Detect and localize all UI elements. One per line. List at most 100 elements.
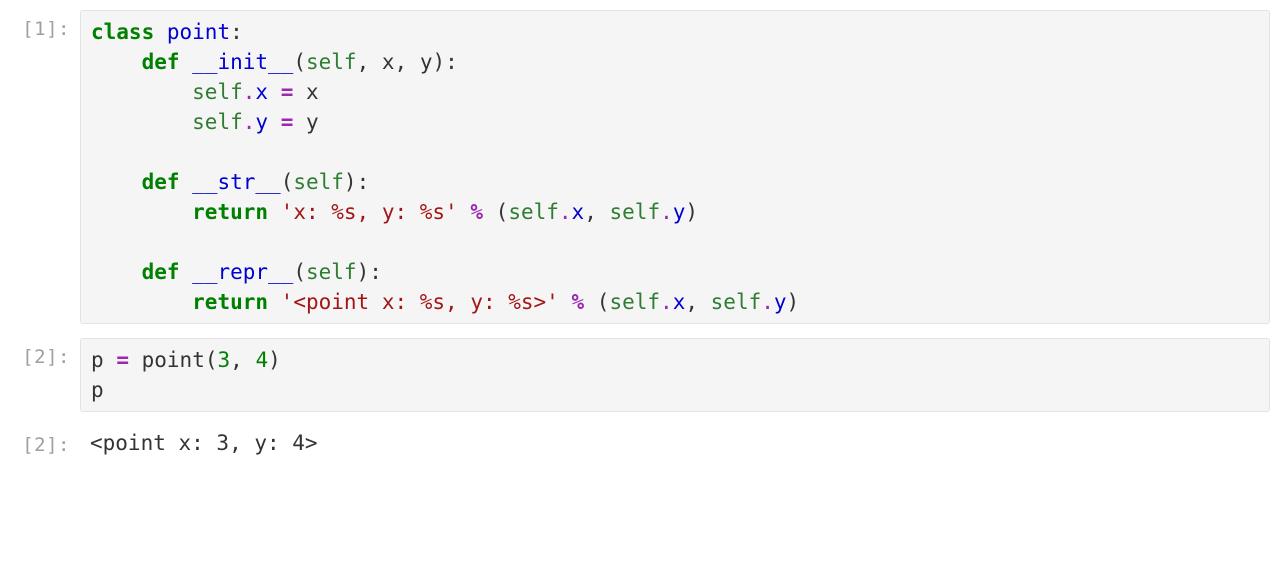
kw-def: def (142, 170, 180, 194)
output-repr: <point x: 3, y: 4> (90, 431, 318, 455)
space (104, 348, 117, 372)
op-assign: = (281, 80, 294, 104)
space (407, 50, 420, 74)
cell-2-output-area: <point x: 3, y: 4> (80, 426, 1270, 460)
rparen: ) (787, 290, 800, 314)
cell-2-output: [2]: <point x: 3, y: 4> (0, 426, 1274, 460)
comma: , (685, 290, 698, 314)
comma: , (357, 50, 370, 74)
lparen: ( (293, 50, 306, 74)
space (180, 50, 193, 74)
op-assign: = (116, 348, 129, 372)
space (458, 200, 471, 224)
cell-2-output-prompt: [2]: (0, 426, 80, 460)
comma: , (230, 348, 243, 372)
cell-2-output-text: <point x: 3, y: 4> (90, 428, 1260, 458)
op-percent: % (571, 290, 584, 314)
dot: . (660, 200, 673, 224)
space (154, 20, 167, 44)
num-3: 3 (218, 348, 231, 372)
self-ref: self (609, 290, 660, 314)
var-p: p (91, 378, 104, 402)
call-point: point (142, 348, 205, 372)
space (180, 260, 193, 284)
cell-1-code-area[interactable]: class point: def __init__(self, x, y): s… (80, 10, 1270, 324)
space (584, 290, 597, 314)
space (369, 50, 382, 74)
space (268, 200, 281, 224)
space (293, 80, 306, 104)
var-x: x (306, 80, 319, 104)
space (597, 200, 610, 224)
colon: : (445, 50, 458, 74)
rparen: ) (344, 170, 357, 194)
attr-y: y (255, 110, 268, 134)
space (698, 290, 711, 314)
self-ref: self (192, 80, 243, 104)
colon: : (230, 20, 243, 44)
string-str-fmt: 'x: %s, y: %s' (281, 200, 458, 224)
param-y: y (420, 50, 433, 74)
dot: . (761, 290, 774, 314)
dot: . (243, 80, 256, 104)
cell-2-prompt: [2]: (0, 338, 80, 372)
rparen: ) (685, 200, 698, 224)
rparen: ) (357, 260, 370, 284)
param-x: x (382, 50, 395, 74)
lparen: ( (496, 200, 509, 224)
op-percent: % (470, 200, 483, 224)
param-self: self (306, 260, 357, 284)
cell-2-code-area[interactable]: p = point(3, 4) p (80, 338, 1270, 412)
space (243, 348, 256, 372)
colon: : (369, 260, 382, 284)
space (483, 200, 496, 224)
space (268, 80, 281, 104)
kw-return: return (192, 200, 268, 224)
attr-x: x (572, 200, 585, 224)
var-y: y (306, 110, 319, 134)
cell-2: [2]: p = point(3, 4) p (0, 338, 1274, 412)
comma: , (395, 50, 408, 74)
kw-class: class (91, 20, 154, 44)
rparen: ) (433, 50, 446, 74)
colon: : (357, 170, 370, 194)
space (180, 170, 193, 194)
notebook: [1]: class point: def __init__(self, x, … (0, 0, 1274, 486)
lparen: ( (597, 290, 610, 314)
param-self: self (293, 170, 344, 194)
param-self: self (306, 50, 357, 74)
op-assign: = (281, 110, 294, 134)
attr-x: x (673, 290, 686, 314)
space (268, 110, 281, 134)
dot: . (559, 200, 572, 224)
cell-1: [1]: class point: def __init__(self, x, … (0, 10, 1274, 324)
kw-def: def (142, 50, 180, 74)
lparen: ( (205, 348, 218, 372)
comma: , (584, 200, 597, 224)
fn-repr: __repr__ (192, 260, 293, 284)
space (129, 348, 142, 372)
rparen: ) (268, 348, 281, 372)
space (559, 290, 572, 314)
lparen: ( (293, 260, 306, 284)
self-ref: self (610, 200, 661, 224)
attr-y: y (673, 200, 686, 224)
kw-return: return (192, 290, 268, 314)
lparen: ( (281, 170, 294, 194)
cell-1-prompt: [1]: (0, 10, 80, 44)
fn-init: __init__ (192, 50, 293, 74)
dot: . (660, 290, 673, 314)
cell-1-code: class point: def __init__(self, x, y): s… (91, 17, 1259, 317)
self-ref: self (508, 200, 559, 224)
space (268, 290, 281, 314)
class-name-point: point (167, 20, 230, 44)
fn-str: __str__ (192, 170, 281, 194)
self-ref: self (192, 110, 243, 134)
self-ref: self (711, 290, 762, 314)
dot: . (243, 110, 256, 134)
num-4: 4 (255, 348, 268, 372)
attr-x: x (255, 80, 268, 104)
string-repr-fmt: '<point x: %s, y: %s>' (281, 290, 559, 314)
kw-def: def (142, 260, 180, 284)
var-p: p (91, 348, 104, 372)
